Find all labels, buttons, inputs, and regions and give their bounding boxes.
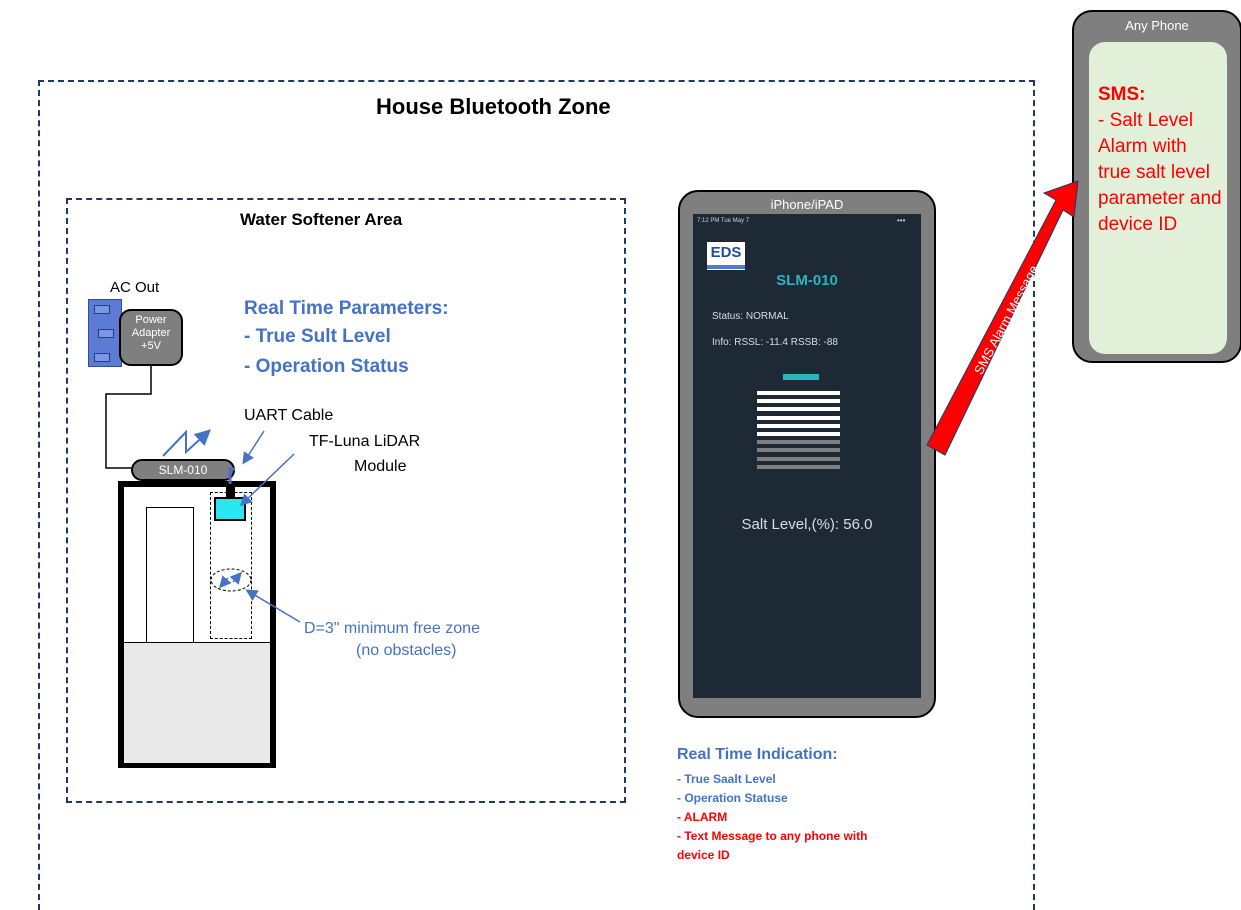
bluetooth-signal-icon bbox=[162, 429, 211, 457]
sms-arrow-label: SMS Alarm Message bbox=[971, 263, 1041, 377]
free-zone-arrow-up bbox=[229, 571, 242, 585]
sms-alarm-arrow: SMS Alarm Message bbox=[926, 180, 1079, 456]
power-wire bbox=[105, 366, 152, 469]
uart-cable bbox=[228, 467, 235, 484]
free-zone-pointer bbox=[245, 589, 301, 623]
free-zone-arrow-down bbox=[219, 575, 232, 589]
lidar-pointer bbox=[239, 453, 295, 507]
free-zone-ellipse bbox=[210, 568, 252, 592]
uart-pointer bbox=[242, 430, 265, 465]
connectors-overlay: SMS Alarm Message bbox=[105, 180, 1079, 623]
